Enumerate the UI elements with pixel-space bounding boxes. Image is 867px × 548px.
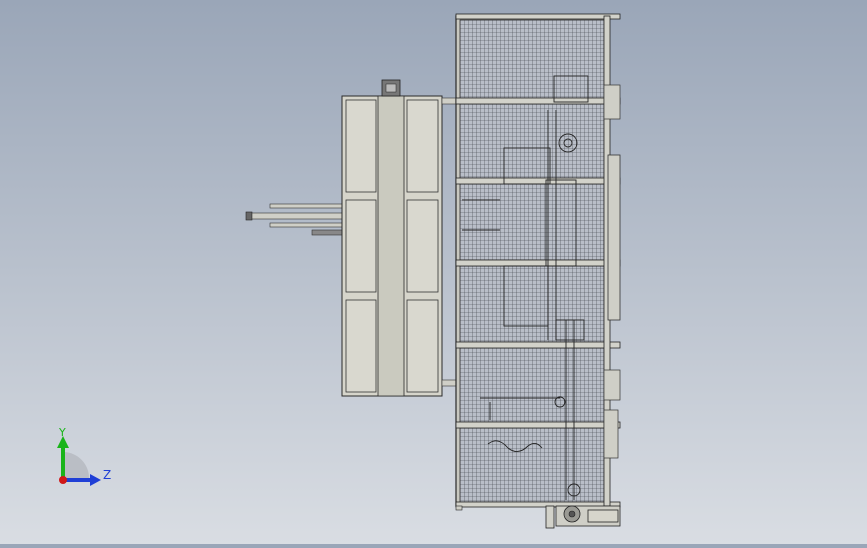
coordinate-triad: Y Z bbox=[57, 426, 111, 486]
z-axis-label: Z bbox=[103, 468, 111, 482]
y-axis-label: Y bbox=[58, 426, 66, 439]
safety-guard-frame[interactable] bbox=[455, 13, 621, 508]
cylinder-rod-assembly bbox=[245, 203, 345, 236]
frame-foot bbox=[455, 505, 463, 511]
z-axis-arrowhead bbox=[90, 474, 101, 486]
drive-motor-unit[interactable] bbox=[545, 505, 621, 529]
triad-origin bbox=[59, 476, 67, 484]
cabinet-block[interactable] bbox=[341, 79, 459, 397]
cad-graphics-viewport[interactable]: Y Z bbox=[0, 0, 867, 544]
triad-plane-shade bbox=[63, 452, 89, 478]
